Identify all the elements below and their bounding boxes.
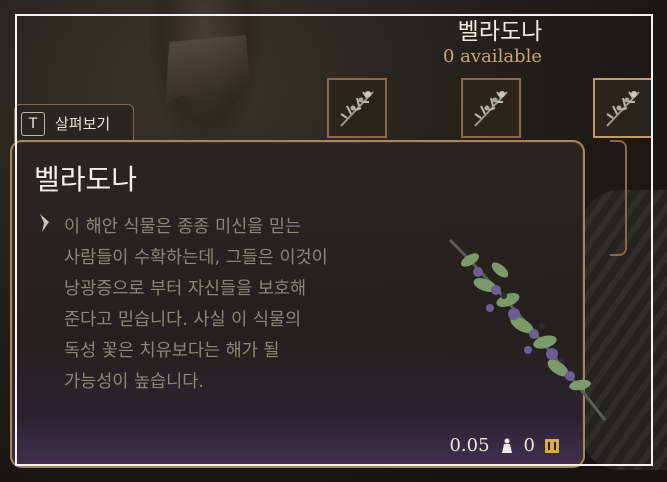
- belladonna-icon: [474, 91, 508, 127]
- description-bullet-icon: [40, 214, 49, 232]
- belladonna-icon: [606, 91, 640, 127]
- item-slot-1[interactable]: [327, 78, 387, 138]
- gold-value: 0: [523, 435, 535, 456]
- item-slot-3-selected[interactable]: [593, 78, 653, 138]
- item-header-name: 벨라도나: [457, 19, 543, 45]
- tooltip-title: 벨라도나: [34, 163, 138, 196]
- tooltip-footer: 0.05 0: [449, 435, 561, 456]
- item-slot-2[interactable]: [461, 78, 521, 138]
- item-available-count: 0 available: [443, 46, 542, 67]
- gold-coin-icon: [545, 438, 559, 453]
- belladonna-icon: [340, 91, 374, 127]
- slot-connector-line: [610, 140, 627, 256]
- tooltip-description: 이 해안 식물은 종종 미신을 믿는 사람들이 수확하는데, 그들은 이것이 낭…: [64, 217, 328, 392]
- examine-tab[interactable]: T 살펴보기: [14, 104, 134, 142]
- keybind-key: T: [21, 111, 45, 136]
- weight-icon: [501, 438, 512, 453]
- background-cloth: [165, 35, 250, 105]
- item-tooltip-card: 벨라도나 이 해안 식물은 종종 미신을 믿는 사람들이 수확하는데, 그들은 …: [10, 140, 607, 468]
- weight-value: 0.05: [449, 435, 490, 456]
- examine-label: 살펴보기: [55, 115, 111, 133]
